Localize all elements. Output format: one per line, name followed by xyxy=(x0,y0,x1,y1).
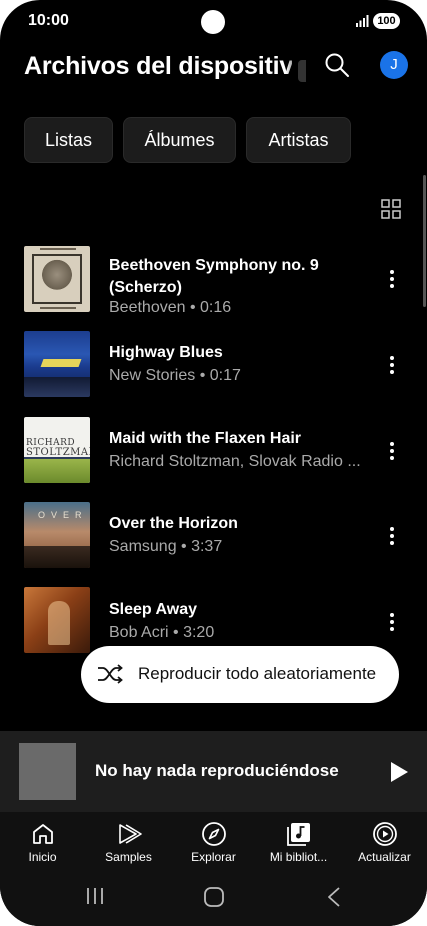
bottom-navigation: Inicio Samples Explorar Mi bibliot... Ac… xyxy=(0,812,427,872)
track-title: Over the Horizon xyxy=(109,515,238,532)
track-title: Maid with the Flaxen Hair xyxy=(109,430,302,447)
library-icon xyxy=(287,823,310,846)
chip-artistas[interactable]: Artistas xyxy=(246,117,351,163)
nav-label: Inicio xyxy=(28,850,57,864)
now-playing-art xyxy=(19,743,76,800)
mini-player[interactable]: No hay nada reproduciéndose xyxy=(0,731,427,812)
signal-icon xyxy=(356,15,369,27)
home-button-icon[interactable] xyxy=(203,886,225,908)
shuffle-label: Reproducir todo aleatoriamente xyxy=(138,664,377,683)
track-row[interactable]: Sleep Away Bob Acri • 3:20 xyxy=(0,587,427,654)
chip-albumes[interactable]: Álbumes xyxy=(123,117,236,163)
nav-samples[interactable]: Samples xyxy=(86,812,171,872)
track-subtitle: New Stories • 0:17 xyxy=(109,367,241,384)
track-title: Beethoven Symphony no. 9 (Scherzo) xyxy=(109,257,319,296)
home-icon xyxy=(33,824,53,844)
title-overflow-indicator xyxy=(298,60,306,82)
upgrade-icon xyxy=(373,822,397,846)
more-options-icon[interactable] xyxy=(382,354,402,376)
nav-library[interactable]: Mi bibliot... xyxy=(256,812,341,872)
status-time: 10:00 xyxy=(28,12,69,29)
nav-explorar[interactable]: Explorar xyxy=(171,812,256,872)
nav-actualizar[interactable]: Actualizar xyxy=(342,812,427,872)
track-title: Sleep Away xyxy=(109,601,198,618)
search-icon[interactable] xyxy=(322,50,352,80)
system-navigation xyxy=(0,872,427,926)
shuffle-icon xyxy=(98,664,123,684)
page-title: Archivos del dispositivo xyxy=(24,52,292,80)
track-subtitle: Bob Acri • 3:20 xyxy=(109,624,215,641)
track-subtitle: Richard Stoltzman, Slovak Radio ... xyxy=(109,453,361,470)
album-art xyxy=(24,331,90,397)
nav-inicio[interactable]: Inicio xyxy=(0,812,85,872)
album-art: RICHARD STOLTZMAN xyxy=(24,417,90,483)
track-row[interactable]: Highway Blues New Stories • 0:17 xyxy=(0,330,427,416)
track-list: Beethoven Symphony no. 9 (Scherzo) Beeth… xyxy=(0,236,427,654)
nav-label: Mi bibliot... xyxy=(269,850,328,864)
samples-icon xyxy=(119,824,142,844)
track-title: Highway Blues xyxy=(109,344,223,361)
track-row[interactable]: OVER Over the Horizon Samsung • 3:37 xyxy=(0,501,427,587)
phone-screen: 10:00 100 Archivos del dispositivo J Lis… xyxy=(0,0,427,926)
shuffle-all-button[interactable]: Reproducir todo aleatoriamente xyxy=(81,646,399,703)
grid-view-icon[interactable] xyxy=(380,198,402,220)
album-art-text: OVER xyxy=(38,510,88,520)
more-options-icon[interactable] xyxy=(382,268,402,290)
album-art xyxy=(24,587,90,653)
album-art: OVER xyxy=(24,502,90,568)
nav-label: Actualizar xyxy=(358,850,411,864)
album-art xyxy=(24,246,90,312)
battery-icon: 100 xyxy=(373,13,400,29)
track-subtitle: Samsung • 3:37 xyxy=(109,538,223,555)
track-row[interactable]: RICHARD STOLTZMAN Maid with the Flaxen H… xyxy=(0,416,427,502)
play-icon[interactable] xyxy=(388,760,410,784)
chip-listas[interactable]: Listas xyxy=(24,117,113,163)
back-icon[interactable] xyxy=(324,886,344,908)
more-options-icon[interactable] xyxy=(382,525,402,547)
nav-label: Explorar xyxy=(191,850,236,864)
now-playing-label: No hay nada reproduciéndose xyxy=(95,761,339,780)
nav-label: Samples xyxy=(105,850,152,864)
front-camera xyxy=(201,10,225,34)
track-row[interactable]: Beethoven Symphony no. 9 (Scherzo) Beeth… xyxy=(0,244,427,330)
more-options-icon[interactable] xyxy=(382,440,402,462)
more-options-icon[interactable] xyxy=(382,611,402,633)
account-avatar[interactable]: J xyxy=(380,51,408,79)
compass-icon xyxy=(202,822,226,846)
recent-apps-icon[interactable] xyxy=(85,886,105,906)
track-subtitle: Beethoven • 0:16 xyxy=(109,299,232,316)
